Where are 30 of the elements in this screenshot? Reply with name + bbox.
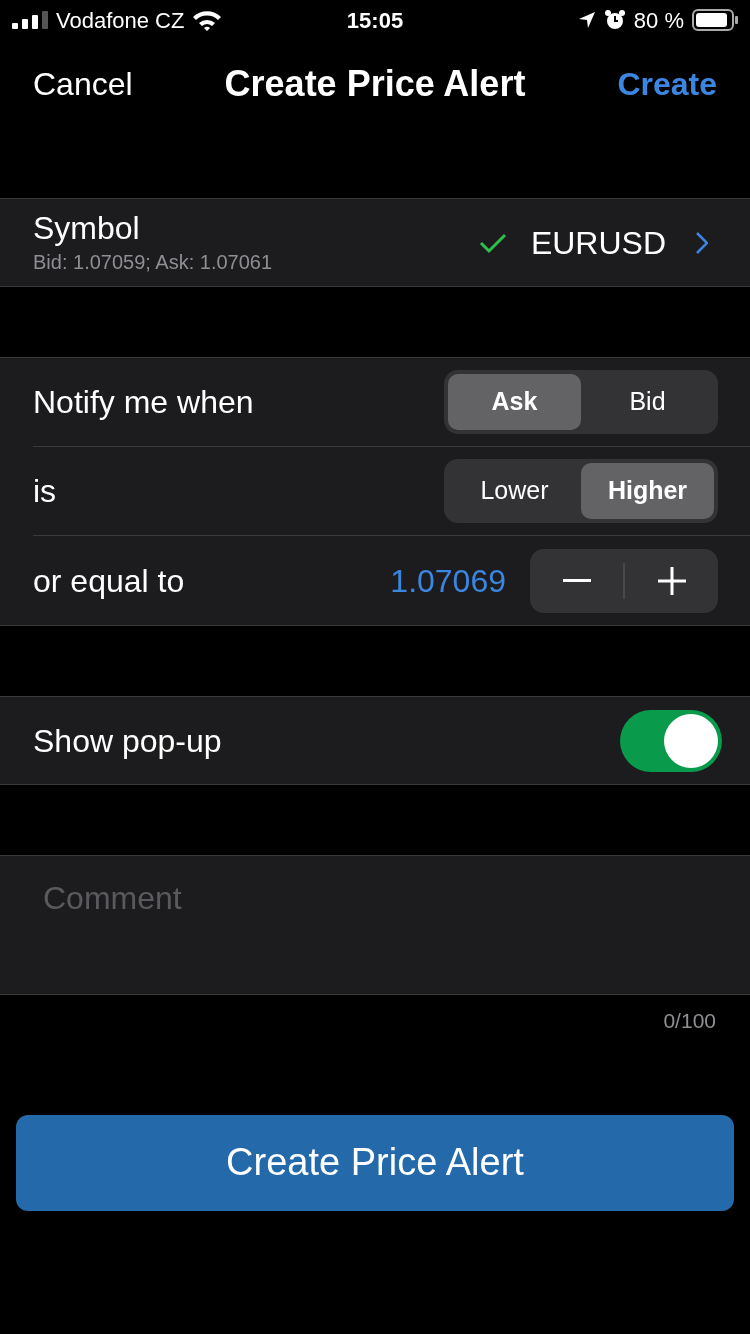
battery-percent: 80 % (633, 6, 684, 35)
character-counter: 0/100 (663, 1008, 716, 1034)
segment-tab[interactable]: Lower (448, 463, 581, 519)
signal-icon (12, 11, 50, 29)
battery-icon (692, 9, 738, 31)
price-value[interactable]: 1.07069 (390, 556, 506, 605)
row-label: is (33, 472, 57, 511)
create-button[interactable]: Create (617, 60, 717, 108)
segment-tab[interactable]: Ask (448, 374, 581, 430)
row-label: or equal to (33, 561, 185, 601)
screen-title: Create Price Alert (224, 62, 526, 106)
segment-tab[interactable]: Higher (581, 463, 714, 519)
symbol-value: EURUSD (530, 223, 666, 263)
alarm-clock-icon (603, 9, 626, 31)
segment-tab[interactable]: Bid (581, 374, 714, 430)
create-alert-button[interactable]: Create Price Alert (16, 1114, 734, 1211)
cancel-button[interactable]: Cancel (33, 60, 133, 108)
row-label: Show pop-up (33, 721, 222, 761)
wifi-icon (192, 9, 223, 31)
row-label: Notify me when (33, 383, 254, 422)
comment-field[interactable]: Comment (0, 855, 750, 995)
carrier-name: Vodafone CZ (56, 6, 185, 35)
chevron-right-icon (696, 231, 708, 254)
symbol-row[interactable]: Symbol Bid: 1.07059; Ask: 1.07061 EURUSD (0, 198, 750, 287)
status-time: 15:05 (346, 6, 404, 35)
plus-icon (657, 566, 686, 595)
location-arrow-icon (577, 11, 596, 29)
quote-text: Bid: 1.07059; Ask: 1.07061 (33, 249, 273, 275)
row-label: Symbol (33, 208, 141, 247)
minus-icon (562, 578, 591, 583)
